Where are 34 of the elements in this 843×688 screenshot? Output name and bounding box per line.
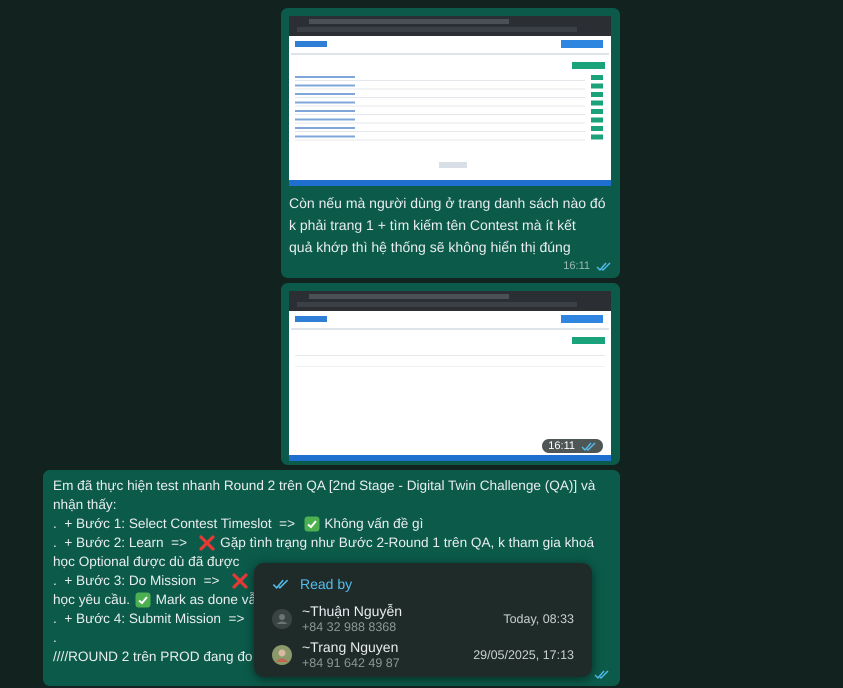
read-time: Today, 08:33 bbox=[503, 610, 574, 628]
message-text: Gặp tình trạng như Bước 2-Round 1 trên QA, k tham gia khoá bbox=[219, 534, 594, 552]
message-text: học Optional được dù đã được bbox=[53, 553, 240, 571]
message-text: . + Bước 2: Learn => bbox=[53, 534, 188, 552]
message-text: . + Bước 4: Submit Mission => bbox=[53, 610, 244, 628]
image-message[interactable]: 16:11 bbox=[281, 283, 620, 465]
popup-title: Read by bbox=[300, 574, 352, 594]
message-time: 16:11 bbox=[563, 260, 590, 272]
text-message[interactable] bbox=[43, 470, 620, 686]
message-text: . bbox=[53, 629, 57, 647]
reader-phone: +84 91 642 49 87 bbox=[302, 656, 401, 671]
avatar-icon bbox=[272, 609, 292, 629]
cross-icon bbox=[232, 572, 248, 588]
reader-name: ~Trang Nguyen bbox=[302, 639, 400, 656]
message-text: quả khớp thì hệ thống sẽ không hiển thị đúng bbox=[289, 238, 572, 257]
reader-phone: +84 32 988 8368 bbox=[302, 620, 398, 635]
message-time: 16:11 bbox=[548, 440, 575, 452]
double-check-icon bbox=[272, 578, 290, 590]
message-text: ////ROUND 2 trên PROD đang đo bbox=[53, 648, 252, 666]
check-icon bbox=[304, 516, 320, 532]
avatar-icon bbox=[272, 645, 292, 665]
reader-name: ~Thuận Nguyễn bbox=[302, 603, 404, 620]
message-text: Không vấn đề gì bbox=[323, 515, 424, 533]
message-text: Còn nếu mà người dùng ở trang danh sách nào đó bbox=[289, 194, 607, 213]
message-text: nhận thấy: bbox=[53, 496, 116, 514]
cross-icon bbox=[199, 534, 216, 550]
message-text: học yêu cầu. bbox=[53, 591, 132, 609]
message-text: . + Bước 1: Select Contest Timeslot => bbox=[53, 515, 296, 533]
image-message[interactable]: Còn nếu mà người dùng ở trang danh sách nào đó k phải trang 1 + tìm kiếm tên Contest mà ít kết quả khớp thì hệ thống sẽ không hiển thị đúng 16:11 bbox=[281, 8, 620, 278]
read-time: 29/05/2025, 17:13 bbox=[473, 646, 574, 664]
message-text: . + Bước 3: Do Mission => bbox=[53, 572, 220, 590]
message-text: Em đã thực hiện test nhanh Round 2 trên QA [2nd Stage - Digital Twin Challenge (QA)] và bbox=[53, 477, 596, 495]
message-text: k phải trang 1 + tìm kiếm tên Contest mà ít kết bbox=[289, 216, 577, 235]
check-icon bbox=[134, 592, 151, 608]
